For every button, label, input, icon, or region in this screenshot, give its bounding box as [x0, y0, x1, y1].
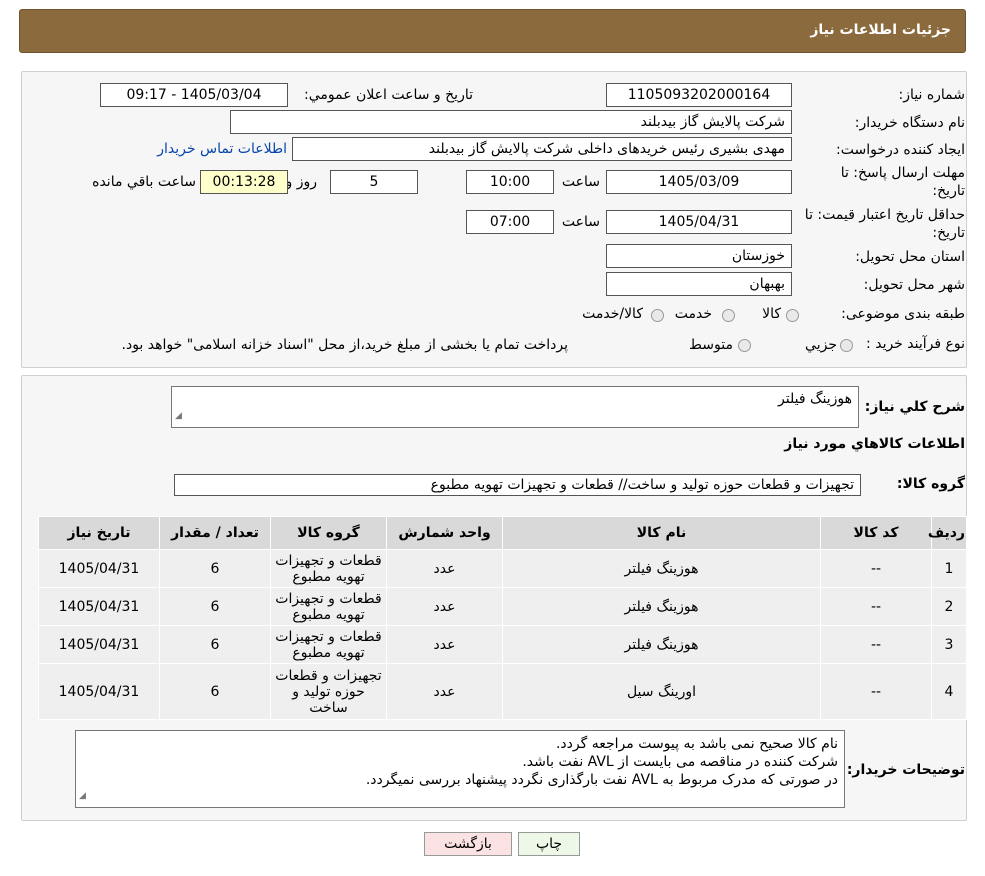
col-header-row-number: ردیف: [928, 516, 967, 550]
col-header-group: گروه کالا: [270, 516, 387, 550]
category-service-label: خدمت: [674, 306, 712, 322]
col-header-quantity: تعداد / مقدار: [159, 516, 271, 550]
col-header-date: تاریخ نیاز: [38, 516, 160, 550]
deadline-time-field: 10:00: [466, 170, 554, 194]
group-field: تجهیزات و قطعات حوزه تولید و ساخت// قطعا…: [174, 474, 861, 496]
col-header-unit: واحد شمارش: [386, 516, 503, 550]
category-goods-label: کالا: [762, 306, 781, 322]
process-small-label: جزیي: [805, 337, 837, 353]
cell-unit: عدد: [386, 625, 503, 664]
category-goods-radio[interactable]: [786, 309, 799, 322]
group-label: گروه کالا:: [896, 476, 965, 492]
process-medium-label: متوسط: [689, 337, 733, 353]
buyer-notes-field: نام کالا صحیح نمی باشد به پیوست مراجعه گ…: [75, 730, 845, 808]
cell-group: قطعات و تجهیزات تهویه مطبوع: [270, 625, 387, 664]
cell-quantity: 6: [159, 549, 271, 588]
table-header-row: ردیف کد کالا نام کالا واحد شمارش گروه کا…: [38, 516, 967, 550]
table-row: 4 -- اورینگ سیل عدد تجهیزات و قطعات حوزه…: [38, 663, 967, 720]
deadline-label: مهلت ارسال پاسخ: تا: [840, 165, 965, 181]
summary-text: هوزینگ فیلتر: [778, 391, 852, 407]
buyer-note-line: شرکت کننده در مناقصه می بایست از AVL نفت…: [522, 754, 838, 770]
validity-label: حداقل تاریخ اعتبار قیمت: تا: [804, 207, 965, 223]
remaining-time-field: 00:13:28: [200, 170, 288, 194]
buyer-notes-label: توضیحات خریدار:: [846, 762, 965, 778]
summary-label: شرح کلي نیاز:: [864, 399, 965, 415]
days-field: 5: [330, 170, 418, 194]
buyer-org-field: شرکت پالایش گاز بیدبلند: [230, 110, 792, 134]
creator-field: مهدی بشیری رئیس خریدهای داخلی شرکت پالای…: [292, 137, 792, 161]
summary-field: هوزینگ فیلتر ◢: [171, 386, 859, 428]
deadline-date-field: 1405/03/09: [606, 170, 792, 194]
cell-code: --: [820, 587, 932, 626]
cell-date: 1405/04/31: [38, 587, 160, 626]
cell-code: --: [820, 663, 932, 720]
validity-label-2: تاریخ:: [932, 225, 965, 241]
table-row: 1 -- هوزینگ فیلتر عدد قطعات و تجهیزات ته…: [38, 549, 967, 588]
cell-row-number: 4: [931, 663, 967, 720]
cell-unit: عدد: [386, 663, 503, 720]
cell-group: قطعات و تجهیزات تهویه مطبوع: [270, 587, 387, 626]
cell-code: --: [820, 625, 932, 664]
cell-quantity: 6: [159, 587, 271, 626]
cell-name: اورینگ سیل: [502, 663, 821, 720]
table-row: 3 -- هوزینگ فیلتر عدد قطعات و تجهیزات ته…: [38, 625, 967, 664]
city-field: بهبهان: [606, 272, 792, 296]
remaining-time-label: ساعت باقي مانده: [92, 174, 196, 190]
creator-label: ایجاد کننده درخواست:: [836, 142, 965, 158]
cell-date: 1405/04/31: [38, 549, 160, 588]
validity-time-field: 07:00: [466, 210, 554, 234]
need-number-field: 1105093202000164: [606, 83, 792, 107]
resize-handle-icon[interactable]: ◢: [79, 787, 86, 805]
process-note: پرداخت تمام یا بخشی از مبلغ خرید،از محل …: [121, 337, 568, 353]
page-header: جزئیات اطلاعات نیاز: [19, 9, 966, 53]
category-label: طبقه بندی موضوعی:: [841, 306, 965, 322]
col-header-name: نام کالا: [502, 516, 821, 550]
page-title: جزئیات اطلاعات نیاز: [810, 22, 951, 38]
cell-group: تجهیزات و قطعات حوزه تولید و ساخت: [270, 663, 387, 720]
cell-unit: عدد: [386, 587, 503, 626]
buyer-org-label: نام دستگاه خریدار:: [854, 115, 965, 131]
cell-quantity: 6: [159, 625, 271, 664]
process-small-radio[interactable]: [840, 339, 853, 352]
cell-date: 1405/04/31: [38, 663, 160, 720]
announce-field: 1405/03/04 - 09:17: [100, 83, 288, 107]
cell-name: هوزینگ فیلتر: [502, 587, 821, 626]
cell-row-number: 3: [931, 625, 967, 664]
cell-quantity: 6: [159, 663, 271, 720]
col-header-code: کد کالا: [820, 516, 932, 550]
validity-time-label: ساعت: [561, 214, 600, 230]
cell-name: هوزینگ فیلتر: [502, 625, 821, 664]
cell-date: 1405/04/31: [38, 625, 160, 664]
back-button[interactable]: بازگشت: [424, 832, 512, 856]
table-row: 2 -- هوزینگ فیلتر عدد قطعات و تجهیزات ته…: [38, 587, 967, 626]
cell-name: هوزینگ فیلتر: [502, 549, 821, 588]
cell-row-number: 1: [931, 549, 967, 588]
cell-code: --: [820, 549, 932, 588]
deadline-time-label: ساعت: [561, 174, 600, 190]
process-label: نوع فرآیند خرید :: [866, 336, 965, 352]
items-table: ردیف کد کالا نام کالا واحد شمارش گروه کا…: [38, 516, 967, 720]
cell-group: قطعات و تجهیزات تهویه مطبوع: [270, 549, 387, 588]
category-goods-service-radio[interactable]: [651, 309, 664, 322]
buyer-note-line: نام کالا صحیح نمی باشد به پیوست مراجعه گ…: [555, 736, 838, 752]
category-service-radio[interactable]: [722, 309, 735, 322]
cell-row-number: 2: [931, 587, 967, 626]
buyer-note-line: در صورتی که مدرک مربوط به AVL نفت بارگذا…: [365, 772, 838, 788]
validity-date-field: 1405/04/31: [606, 210, 792, 234]
deadline-label-2: تاریخ:: [932, 183, 965, 199]
province-field: خوزستان: [606, 244, 792, 268]
city-label: شهر محل تحویل:: [863, 277, 965, 293]
announce-label: تاریخ و ساعت اعلان عمومي:: [304, 87, 473, 103]
print-button[interactable]: چاپ: [518, 832, 580, 856]
buyer-contact-link[interactable]: اطلاعات تماس خریدار: [157, 141, 287, 157]
cell-unit: عدد: [386, 549, 503, 588]
need-number-label: شماره نیاز:: [898, 87, 966, 103]
days-label: روز و: [285, 174, 318, 190]
process-medium-radio[interactable]: [738, 339, 751, 352]
category-goods-service-label: کالا/خدمت: [582, 306, 643, 322]
province-label: استان محل تحویل:: [855, 249, 965, 265]
goods-info-title: اطلاعات کالاهاي مورد نیاز: [784, 436, 965, 452]
resize-handle-icon[interactable]: ◢: [175, 407, 182, 425]
